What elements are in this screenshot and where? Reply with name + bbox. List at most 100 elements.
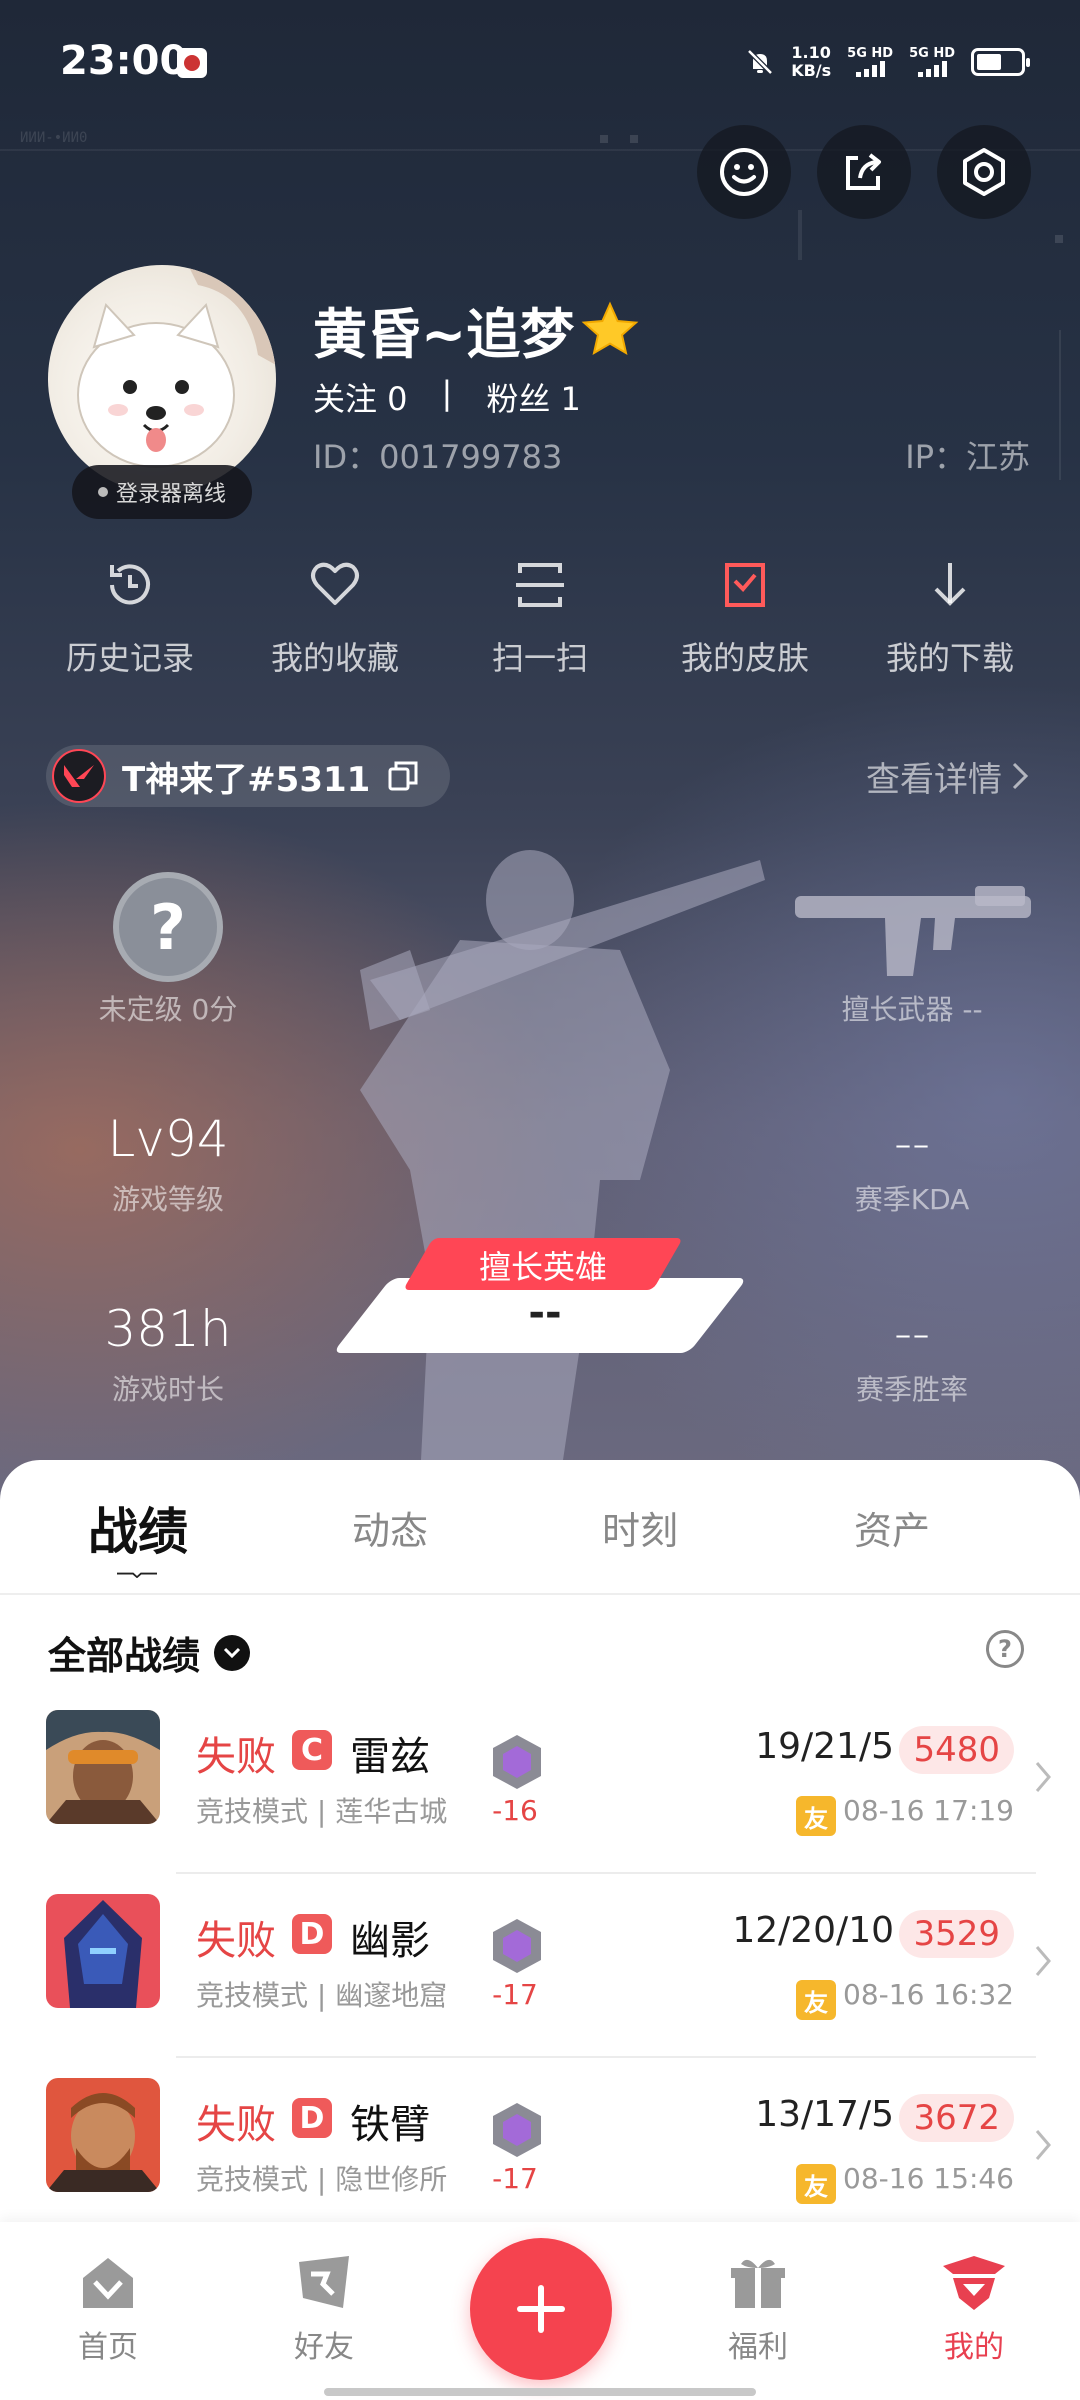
match-time: 08-16 15:46 <box>843 2162 1014 2195</box>
quick-action-skins[interactable]: 我的皮肤 <box>645 555 845 679</box>
match-kda: 13/17/5 <box>755 2094 894 2135</box>
match-mode-map: 竞技模式 | 幽邃地窟 <box>196 1979 448 2012</box>
agent-silhouette-image <box>360 850 765 1480</box>
quick-action-label: 历史记录 <box>65 639 194 677</box>
match-kda: 19/21/5 <box>755 1726 894 1767</box>
create-post-button[interactable] <box>470 2238 612 2380</box>
app-notification-icon <box>177 48 207 78</box>
nav-label: 首页 <box>78 2330 138 2365</box>
emoji-button[interactable] <box>697 125 791 219</box>
signal-sim2: 5G HD <box>909 47 955 77</box>
offline-dot <box>97 487 108 497</box>
best-agent-label: 擅长英雄 <box>478 1248 607 1286</box>
rank-rating-change: -16 <box>492 1794 538 1827</box>
match-result: 失败 <box>196 2102 276 2148</box>
playtime-value: 381h <box>104 1300 232 1358</box>
kda-value: -- <box>893 1114 931 1172</box>
quick-action-downloads[interactable]: 我的下载 <box>850 555 1050 679</box>
tab-moments[interactable]: 时刻 <box>540 1500 740 1555</box>
plus-icon <box>517 2285 565 2333</box>
quick-action-favorites[interactable]: 我的收藏 <box>235 555 435 679</box>
game-account-tag[interactable]: T神来了#5311 <box>46 745 451 807</box>
star-icon <box>581 301 639 355</box>
match-row[interactable]: 失败 D 幽影 竞技模式 | 幽邃地窟 -17 12/20/10 3529 友 … <box>0 1874 1080 2058</box>
agent-name: 幽影 <box>350 1918 430 1964</box>
match-grade-badge: D <box>292 2098 332 2138</box>
copy-icon[interactable] <box>386 759 420 793</box>
quick-action-scan[interactable]: 扫一扫 <box>440 555 640 679</box>
agent-portrait-breach <box>46 2078 160 2192</box>
nav-rewards[interactable]: 福利 <box>698 2252 818 2366</box>
nav-friends[interactable]: 好友 <box>264 2252 384 2366</box>
level-label: 游戏等级 <box>111 1183 224 1216</box>
login-status-badge: 登录器离线 <box>72 465 252 519</box>
followers-count[interactable]: 粉丝 1 <box>486 374 581 420</box>
match-row[interactable]: 失败 D 铁臂 竞技模式 | 隐世修所 -17 13/17/5 3672 友 0… <box>0 2058 1080 2242</box>
agent-name: 铁臂 <box>350 2102 430 2148</box>
nav-home[interactable]: 首页 <box>48 2252 168 2366</box>
download-icon <box>934 563 966 606</box>
following-count[interactable]: 关注 0 <box>313 374 408 420</box>
ip-location: IP：江苏 <box>905 438 1030 476</box>
playtime-label: 游戏时长 <box>111 1373 224 1406</box>
tab-records[interactable]: 战绩 <box>38 1492 238 1564</box>
rank-unranked-icon: ? <box>113 872 223 982</box>
friend-badge: 友 <box>796 1796 836 1836</box>
battery-icon <box>971 48 1030 76</box>
valorant-logo-icon <box>52 749 106 803</box>
user-id: ID：001799783 <box>313 438 563 476</box>
share-icon <box>846 153 881 190</box>
skin-icon <box>725 563 765 607</box>
kda-label: 赛季KDA <box>854 1183 970 1216</box>
username-text: 黄昏~追梦 <box>313 303 575 366</box>
tab-assets[interactable]: 资产 <box>792 1500 992 1555</box>
home-indicator[interactable] <box>324 2388 756 2396</box>
home-icon <box>83 2258 133 2308</box>
match-result: 失败 <box>196 1734 276 1780</box>
level-value: Lv94 <box>107 1110 229 1168</box>
winrate-label: 赛季胜率 <box>855 1373 968 1406</box>
rank-badge-icon <box>493 1735 541 1789</box>
share-button[interactable] <box>817 125 911 219</box>
rifle-icon <box>795 886 1031 976</box>
match-score: 5480 <box>899 1726 1014 1774</box>
match-grade-badge: D <box>292 1914 332 1954</box>
agent-portrait-omen <box>46 1894 160 2008</box>
chevron-right-icon <box>1035 1762 1051 1792</box>
chevron-down-icon <box>214 1634 251 1671</box>
quick-action-label: 我的下载 <box>885 639 1014 677</box>
rank-rating-change: -17 <box>492 2162 538 2195</box>
view-details-link[interactable]: 查看详情 <box>866 745 1030 807</box>
match-score: 3529 <box>899 1910 1014 1958</box>
follow-stats: 关注 0 | 粉丝 1 <box>313 374 581 420</box>
tab-active-indicator <box>117 1572 157 1578</box>
quick-action-history[interactable]: 历史记录 <box>30 555 230 679</box>
agent-name: 雷兹 <box>350 1734 430 1780</box>
clock: 23:00 <box>60 38 188 84</box>
nav-me[interactable]: 我的 <box>914 2252 1034 2366</box>
signal-sim1: 5G HD <box>847 47 893 77</box>
network-speed: 1.10 KB/s <box>791 43 832 80</box>
chevron-right-icon <box>1035 2130 1051 2160</box>
match-time: 08-16 16:32 <box>843 1978 1014 2011</box>
tab-bar: 战绩 动态 时刻 资产 <box>0 1460 1080 1595</box>
match-score: 3672 <box>899 2094 1014 2142</box>
profile-header: ИИИ-•ИИ0 23:00 1.10 KB/s 5G HD 5G HD 登录器… <box>0 0 1080 1500</box>
winrate-value: -- <box>893 1304 931 1362</box>
records-filter[interactable]: 全部战绩 <box>48 1625 251 1680</box>
settings-button[interactable] <box>937 125 1031 219</box>
separator: | <box>441 374 453 412</box>
friend-badge: 友 <box>796 2164 836 2204</box>
login-status-text: 登录器离线 <box>115 482 226 507</box>
rank-label: 未定级 0分 <box>98 993 238 1026</box>
match-row[interactable]: 失败 C 雷兹 竞技模式 | 莲华古城 -16 19/21/5 5480 友 0… <box>0 1690 1080 1874</box>
nav-label: 好友 <box>294 2330 354 2365</box>
match-time: 08-16 17:19 <box>843 1794 1014 1827</box>
quick-action-label: 我的收藏 <box>270 639 399 677</box>
tab-feed[interactable]: 动态 <box>290 1500 490 1555</box>
username: 黄昏~追梦 <box>313 290 640 369</box>
rank-badge-icon <box>493 1919 541 1973</box>
help-icon[interactable]: ? <box>986 1630 1024 1668</box>
records-title: 全部战绩 <box>48 1634 201 1678</box>
avatar[interactable] <box>48 265 276 493</box>
